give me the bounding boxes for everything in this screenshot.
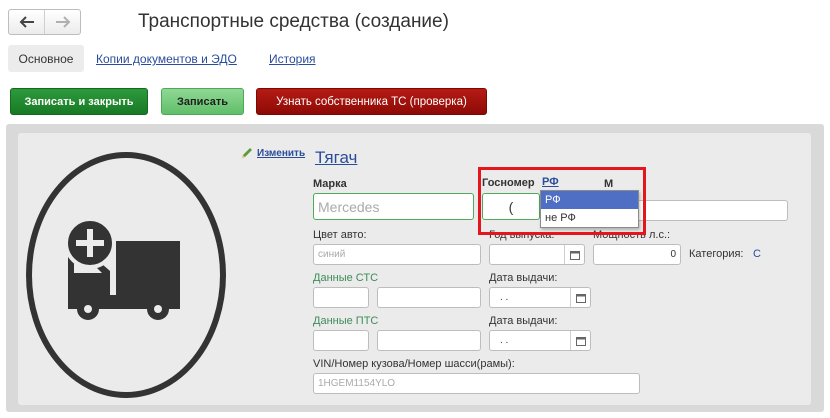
forward-button[interactable] (44, 10, 80, 34)
check-owner-button[interactable]: Узнать собственника ТС (проверка) (256, 88, 487, 115)
arrow-right-icon (55, 16, 70, 28)
edit-link-label: Изменить (257, 147, 306, 159)
sts-date-field[interactable]: . . (489, 287, 591, 308)
power-input[interactable]: 0 (593, 244, 681, 265)
history-nav (8, 9, 81, 35)
pts-series-input[interactable] (313, 330, 369, 351)
tab-history[interactable]: История (269, 52, 316, 66)
edit-link[interactable]: Изменить (240, 146, 305, 160)
section-title-link[interactable]: Тягач (315, 148, 357, 168)
sts-label: Данные СТС (313, 272, 379, 284)
save-and-close-button[interactable]: Записать и закрыть (10, 88, 148, 115)
pts-date-label: Дата выдачи: (489, 315, 558, 327)
pts-number-input[interactable] (377, 330, 481, 351)
vin-label: VIN/Номер кузова/Номер шасси(рамы): (313, 358, 515, 370)
brand-input[interactable]: Mercedes (313, 193, 474, 220)
vin-input[interactable]: 1HGEM1154YLO (313, 373, 640, 394)
sts-number-input[interactable] (377, 287, 481, 308)
pts-label: Данные ПТС (313, 315, 379, 327)
model-input[interactable] (636, 200, 788, 221)
tab-main[interactable]: Основное (8, 45, 84, 72)
tab-documents[interactable]: Копии документов и ЭДО (96, 52, 237, 66)
page-title: Транспортные средства (создание) (138, 11, 449, 32)
arrow-left-icon (19, 16, 34, 28)
save-button[interactable]: Записать (161, 88, 244, 115)
category-value[interactable]: С (753, 248, 761, 260)
pts-date-value: . . (500, 335, 509, 346)
category-label: Категория: (689, 248, 744, 260)
color-label: Цвет авто: (313, 229, 367, 241)
sts-series-input[interactable] (313, 287, 369, 308)
calendar-icon[interactable] (570, 288, 590, 307)
color-input[interactable]: синий (313, 244, 481, 265)
back-button[interactable] (9, 10, 44, 34)
pencil-icon (242, 148, 252, 158)
calendar-icon[interactable] (564, 245, 584, 264)
year-field[interactable] (489, 244, 585, 265)
pts-date-field[interactable]: . . (489, 330, 591, 351)
brand-label: Марка (313, 178, 347, 190)
highlight-frame (478, 167, 646, 235)
sts-date-label: Дата выдачи: (489, 272, 558, 284)
calendar-icon[interactable] (570, 331, 590, 350)
add-truck-icon (26, 152, 226, 398)
sts-date-value: . . (500, 292, 509, 303)
